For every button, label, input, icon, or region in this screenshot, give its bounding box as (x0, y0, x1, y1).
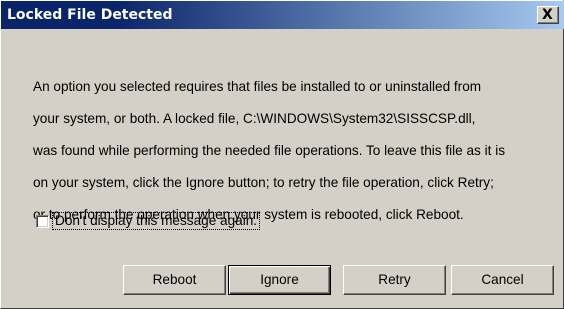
message-line: on your system, click the Ignore button;… (33, 175, 494, 190)
close-button[interactable]: X (537, 6, 559, 24)
message-line: was found while performing the needed fi… (33, 143, 506, 158)
message-line: An option you selected requires that fil… (33, 79, 482, 94)
dont-display-again-label[interactable]: Don't display this message again. (51, 212, 261, 230)
dialog-title: Locked File Detected (7, 7, 173, 23)
close-icon: X (542, 7, 553, 23)
dont-display-again-checkbox[interactable] (36, 215, 49, 228)
cancel-button[interactable]: Cancel (451, 265, 554, 295)
retry-button[interactable]: Retry (343, 265, 446, 295)
locked-file-dialog: Locked File Detected X An option you sel… (0, 0, 564, 309)
title-bar[interactable]: Locked File Detected X (1, 1, 564, 29)
ignore-button[interactable]: Ignore (228, 265, 331, 295)
reboot-button[interactable]: Reboot (123, 265, 226, 295)
ignore-button-label: Ignore (260, 272, 299, 287)
reboot-button-label: Reboot (152, 272, 197, 287)
message-line: your system, or both. A locked file, C:\… (33, 111, 476, 126)
cancel-button-label: Cancel (481, 272, 524, 287)
retry-button-label: Retry (378, 272, 411, 287)
